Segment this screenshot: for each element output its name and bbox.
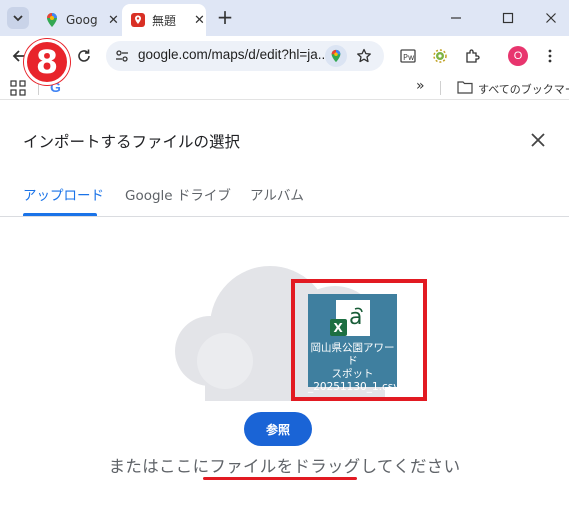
folder-icon	[457, 81, 473, 94]
close-icon[interactable]: ✕	[194, 13, 205, 28]
maximize-button[interactable]	[498, 8, 518, 28]
extension-button[interactable]	[428, 44, 452, 68]
browser-menu-button[interactable]	[538, 44, 562, 68]
tab-upload[interactable]: アップロード	[23, 184, 104, 204]
extensions-menu-button[interactable]	[460, 44, 484, 68]
highlight-underline	[203, 477, 357, 480]
close-icon	[546, 13, 556, 23]
tab-google-drive[interactable]: Google ドライブ	[125, 184, 231, 204]
svg-text:Pw: Pw	[403, 53, 415, 62]
close-icon	[531, 133, 545, 147]
file-name-line: 岡山県公園アワード	[310, 342, 395, 367]
reload-button[interactable]	[72, 44, 96, 68]
tab-google-maps[interactable]: Goog ✕	[36, 4, 120, 36]
file-name-line: _20251130_1.csv	[308, 381, 400, 393]
google-maps-icon	[47, 13, 57, 27]
step-number-badge: 8	[24, 39, 70, 85]
tab-title: Goog	[66, 13, 98, 27]
tab-strip: Goog ✕ 無題 ✕ +	[0, 0, 569, 36]
extension-button[interactable]: Pw	[396, 44, 420, 68]
site-info-icon[interactable]	[114, 48, 130, 64]
address-bar[interactable]: google.com/maps/d/edit?hl=ja...	[106, 41, 384, 71]
new-tab-button[interactable]: +	[214, 7, 236, 29]
gear-extension-icon	[433, 49, 447, 63]
bookmarks-bar: G » すべてのブックマーク	[0, 76, 569, 100]
divider	[440, 81, 441, 95]
dragged-csv-file[interactable]: a X 岡山県公園アワード スポット _20251130_1.csv	[308, 294, 399, 393]
file-name: 岡山県公園アワード スポット _20251130_1.csv	[308, 342, 400, 394]
close-icon[interactable]: ✕	[108, 13, 119, 28]
dialog-close-button[interactable]	[528, 130, 548, 150]
tab-title: 無題	[152, 13, 177, 28]
active-tab-indicator	[23, 213, 97, 216]
more-vertical-icon	[548, 49, 552, 63]
google-maps-icon	[331, 49, 341, 63]
chevron-down-icon	[13, 15, 23, 22]
file-name-line: スポット	[331, 368, 374, 380]
browser-toolbar: 8 google.com/maps/d/edit?hl=ja... Pw O	[0, 36, 569, 85]
close-window-button[interactable]	[541, 8, 561, 28]
excel-csv-icon: a X	[330, 300, 370, 336]
svg-text:X: X	[334, 321, 344, 335]
bookmarks-overflow-button[interactable]: »	[416, 78, 425, 94]
tab-my-maps[interactable]: 無題 ✕	[122, 4, 206, 36]
pw-extension-icon: Pw	[400, 49, 416, 63]
maximize-icon	[502, 12, 514, 24]
profile-avatar[interactable]: O	[508, 46, 528, 66]
drag-drop-instruction: またはここにファイルをドラッグしてください	[108, 457, 461, 476]
minimize-button[interactable]	[446, 8, 466, 28]
tab-album[interactable]: アルバム	[250, 184, 304, 204]
source-tabs: アップロード Google ドライブ アルバム	[0, 181, 569, 217]
all-bookmarks-link[interactable]: すべてのブックマーク	[478, 81, 569, 97]
minimize-icon	[451, 17, 461, 19]
star-icon	[357, 48, 371, 63]
bookmark-star-button[interactable]	[354, 46, 374, 66]
url-text: google.com/maps/d/edit?hl=ja...	[138, 47, 329, 62]
browse-button[interactable]: 参照	[244, 412, 312, 446]
reload-icon	[78, 49, 90, 62]
import-file-dialog: インポートするファイルの選択 アップロード Google ドライブ アルバム a…	[0, 101, 569, 506]
puzzle-icon	[466, 49, 480, 63]
apps-grid-icon[interactable]	[10, 80, 26, 96]
my-maps-icon	[131, 13, 145, 27]
dialog-title: インポートするファイルの選択	[23, 133, 241, 151]
maps-extension-chip[interactable]	[325, 45, 347, 67]
tab-search-button[interactable]	[7, 7, 29, 29]
